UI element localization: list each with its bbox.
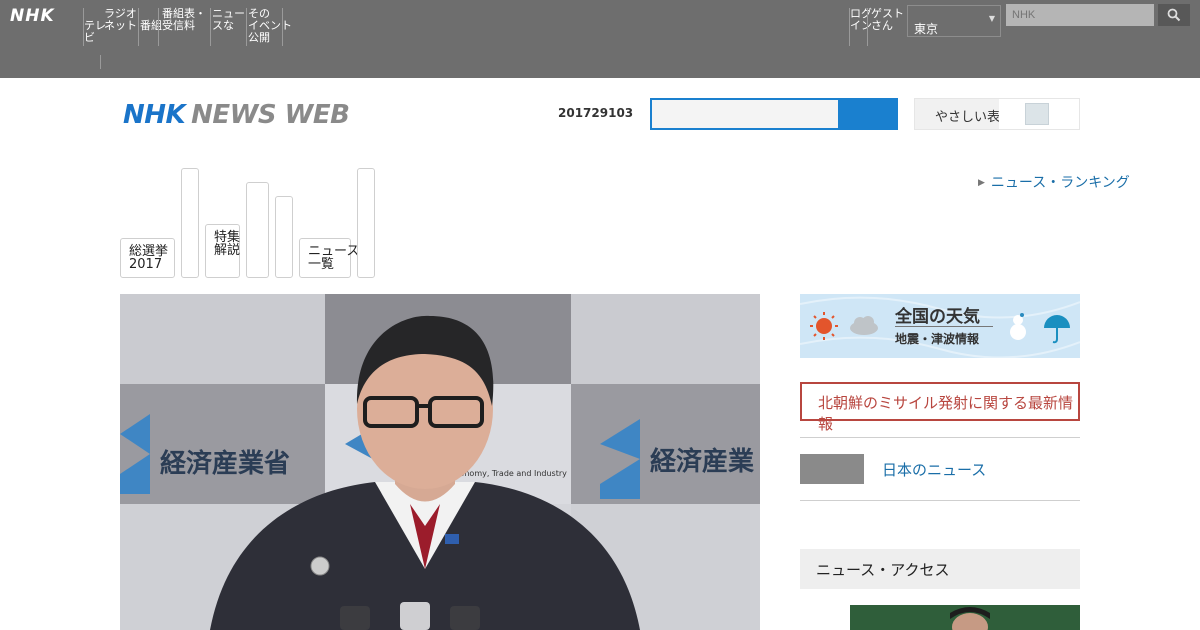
global-search-input[interactable] [1006,4,1154,26]
toggle-switch[interactable] [999,99,1079,129]
thumbnail-image [850,605,1080,630]
japan-news-link[interactable]: 日本のニュース [882,459,986,480]
current-date: 201729103 [558,106,634,120]
nav-separator [246,8,247,46]
gray-button[interactable] [800,454,864,484]
gnav-item-tv[interactable]: テレ ビ [84,20,106,44]
tab-category-4[interactable] [246,182,269,278]
cloud-icon [850,316,878,335]
divider [800,437,1080,438]
search-icon [1167,8,1181,22]
breaking-alert-link[interactable]: 北朝鮮のミサイル発射に関する最新情報 [800,382,1080,433]
nav-separator [138,8,139,46]
global-search-button[interactable] [1158,4,1190,26]
ranking-link[interactable]: ▶ ニュース・ランキング [978,172,1130,192]
nav-tick [100,55,101,69]
nav-separator [282,8,283,46]
toggle-label: やさしい表 [935,110,1001,125]
gnav-item-events[interactable]: その イベント 公開 [248,8,292,44]
nav-separator [867,8,868,46]
tab-feature[interactable]: 特集 解説 [205,224,240,278]
hero-news-photo[interactable]: 経済産業省 経済産業 Economy, Trade and Industry [120,294,760,630]
chevron-down-icon: ▼ [988,14,995,23]
ranking-thumbnail[interactable] [850,605,1080,630]
gnav-item-news[interactable]: ニュー スな [212,8,245,32]
press-conference-image: 経済産業省 経済産業 Economy, Trade and Industry [120,294,760,630]
brand-nhk: NHK [123,100,186,130]
sign-right-text: 経済産業 [650,446,754,477]
site-search-field[interactable] [650,98,898,130]
easy-japanese-toggle[interactable]: やさしい表 [914,98,1080,130]
region-select-value: 東京 [914,22,939,36]
weather-divider [895,326,993,327]
nav-separator [158,8,159,46]
toggle-knob [1025,103,1049,125]
gnav-item-radio[interactable]: ラジオ ネット [104,8,137,32]
umbrella-icon [1044,315,1070,344]
global-nav-bar: NHK テレ ビ ラジオ ネット 番組 番組表・ 受信料 ニュー スな その イ… [0,0,1200,78]
ranking-link-label: ニュース・ランキング [990,175,1130,191]
tab-category-2[interactable] [181,168,199,278]
divider [800,500,1080,501]
tab-election-2017[interactable]: 総選挙 2017 [120,238,175,278]
gnav-login[interactable]: ログ イン [850,8,872,32]
site-search-button[interactable] [838,100,896,128]
weather-subtitle: 地震・津波情報 [895,332,980,346]
nhk-logo[interactable]: NHK [10,6,55,26]
tab-category-5[interactable] [275,196,293,278]
news-web-logo[interactable]: NHK NEWS WEB [123,100,350,130]
sign-left-text: 経済産業省 [160,448,290,479]
brand-news-web: NEWS WEB [191,100,350,130]
nav-separator [210,8,211,46]
triangle-right-icon: ▶ [978,178,985,188]
weather-banner[interactable]: 全国の天気 地震・津波情報 [800,294,1080,358]
tab-news-list[interactable]: ニュース 一覧 [299,238,359,278]
tab-category-7[interactable] [357,168,375,278]
weather-title: 全国の天気 [895,307,980,327]
gnav-guest[interactable]: ゲスト さん [871,8,904,32]
access-ranking-heading: ニュース・アクセス [800,549,1080,589]
region-select[interactable]: 東京 ▼ [907,5,1001,37]
gnav-item-schedule[interactable]: 番組表・ 受信料 [162,8,206,32]
sun-icon [810,312,838,340]
